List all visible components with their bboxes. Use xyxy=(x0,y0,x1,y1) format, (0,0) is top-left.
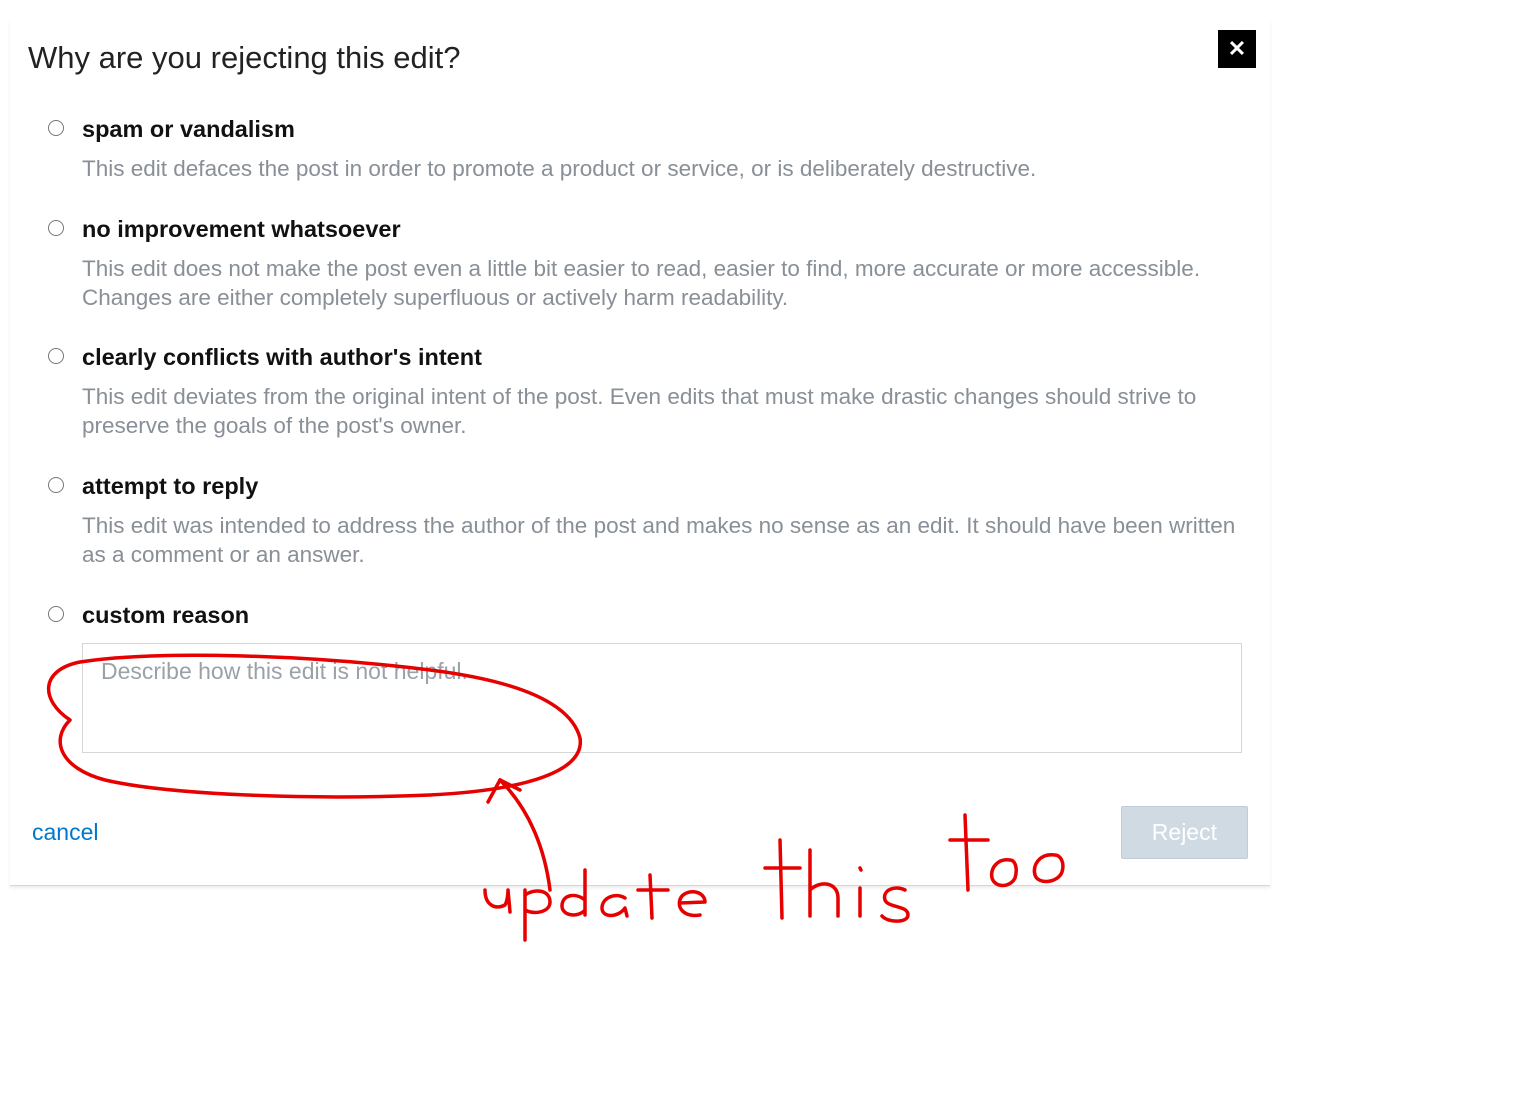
option-title: attempt to reply xyxy=(82,473,1242,500)
option-title: custom reason xyxy=(82,602,1242,629)
option-desc: This edit defaces the post in order to p… xyxy=(82,155,1242,184)
radio-spam[interactable] xyxy=(48,120,64,136)
option-reply: attempt to reply This edit was intended … xyxy=(54,473,1242,570)
reject-button[interactable]: Reject xyxy=(1121,806,1248,859)
custom-reason-input[interactable] xyxy=(82,643,1242,753)
close-icon: ✕ xyxy=(1228,36,1246,62)
dialog-title: Why are you rejecting this edit? xyxy=(28,40,461,76)
option-custom: custom reason xyxy=(54,602,1242,758)
radio-reply[interactable] xyxy=(48,477,64,493)
option-desc: This edit does not make the post even a … xyxy=(82,255,1242,313)
option-title: no improvement whatsoever xyxy=(82,216,1242,243)
dialog-header: Why are you rejecting this edit? ✕ xyxy=(28,34,1252,76)
option-desc: This edit was intended to address the au… xyxy=(82,512,1242,570)
option-title: clearly conflicts with author's intent xyxy=(82,344,1242,371)
close-button[interactable]: ✕ xyxy=(1218,30,1256,68)
option-no-improvement: no improvement whatsoever This edit does… xyxy=(54,216,1242,313)
option-spam: spam or vandalism This edit defaces the … xyxy=(54,116,1242,184)
radio-conflicts[interactable] xyxy=(48,348,64,364)
rejection-options: spam or vandalism This edit defaces the … xyxy=(28,116,1252,758)
option-desc: This edit deviates from the original int… xyxy=(82,383,1242,441)
radio-custom[interactable] xyxy=(48,606,64,622)
radio-no-improvement[interactable] xyxy=(48,220,64,236)
dialog-footer: cancel Reject xyxy=(28,806,1252,859)
reject-edit-dialog: Why are you rejecting this edit? ✕ spam … xyxy=(10,20,1270,886)
option-title: spam or vandalism xyxy=(82,116,1242,143)
option-conflicts: clearly conflicts with author's intent T… xyxy=(54,344,1242,441)
cancel-link[interactable]: cancel xyxy=(32,819,98,846)
